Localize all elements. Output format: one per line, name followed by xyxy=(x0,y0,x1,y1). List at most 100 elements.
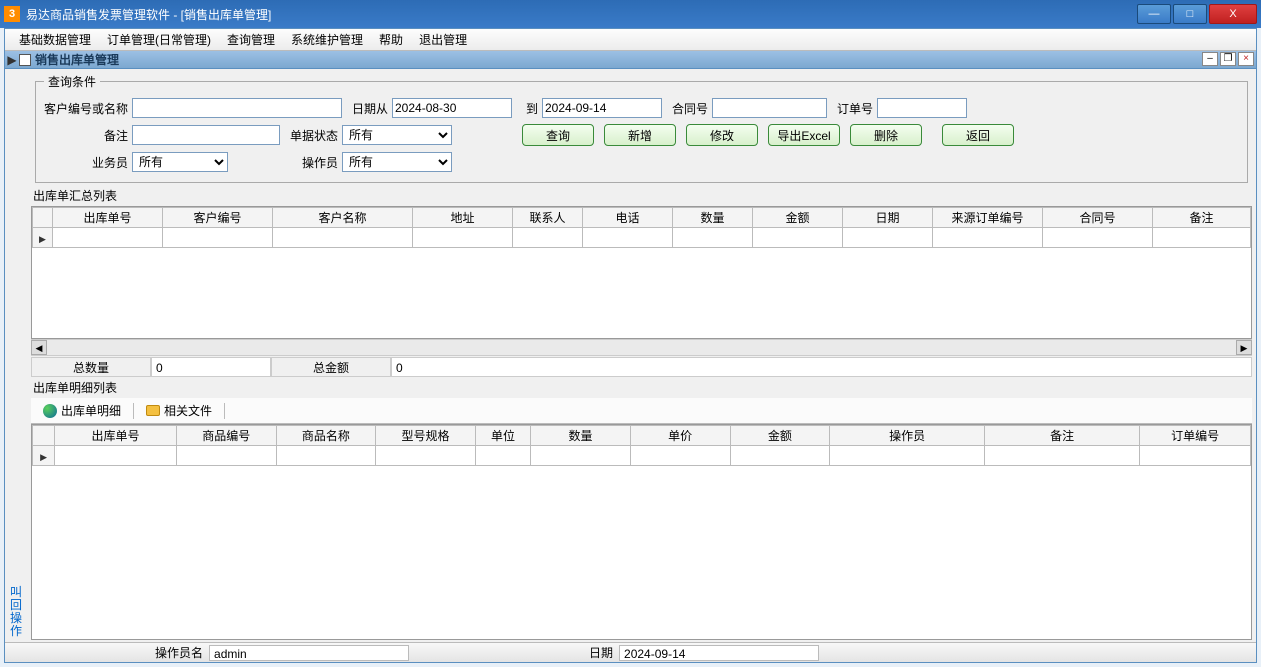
status-operator-value: admin xyxy=(209,645,409,661)
window-maximize-button[interactable]: □ xyxy=(1173,4,1207,24)
totals-bar: 总数量 0 总金额 0 xyxy=(31,355,1252,377)
salesman-label: 业务员 xyxy=(44,154,132,171)
window-titlebar: 3 易达商品销售发票管理软件 - [销售出库单管理] — □ X xyxy=(0,0,1261,28)
col-contract[interactable]: 合同号 xyxy=(1043,208,1153,228)
operator-label: 操作员 xyxy=(228,154,342,171)
date-to-input[interactable] xyxy=(542,98,662,118)
window-minimize-button[interactable]: — xyxy=(1137,4,1171,24)
menu-exit[interactable]: 退出管理 xyxy=(411,31,475,48)
col-address[interactable]: 地址 xyxy=(413,208,513,228)
search-button[interactable]: 查询 xyxy=(522,124,594,146)
contract-label: 合同号 xyxy=(662,100,712,117)
app-icon: 3 xyxy=(4,6,20,22)
dcol-remark[interactable]: 备注 xyxy=(985,426,1140,446)
tab-files[interactable]: 相关文件 xyxy=(138,400,220,421)
dcol-amount[interactable]: 金额 xyxy=(730,426,830,446)
col-source-order[interactable]: 来源订单编号 xyxy=(933,208,1043,228)
menu-help[interactable]: 帮助 xyxy=(371,31,411,48)
main-panel: 查询条件 客户编号或名称 日期从 到 合同号 订单号 备注 单据状态 所有 xyxy=(29,69,1254,642)
detail-grid[interactable]: 出库单号 商品编号 商品名称 型号规格 单位 数量 单价 金额 操作员 备注 订… xyxy=(31,424,1252,640)
menu-system[interactable]: 系统维护管理 xyxy=(283,31,371,48)
dcol-unit[interactable]: 单位 xyxy=(475,426,530,446)
menu-basic-data[interactable]: 基础数据管理 xyxy=(11,31,99,48)
menu-query[interactable]: 查询管理 xyxy=(219,31,283,48)
edit-button[interactable]: 修改 xyxy=(686,124,758,146)
tab-separator xyxy=(224,403,225,419)
dcol-product-name[interactable]: 商品名称 xyxy=(276,426,376,446)
order-label: 订单号 xyxy=(827,100,877,117)
scroll-right-icon[interactable]: ▶ xyxy=(1236,340,1252,355)
remark-label: 备注 xyxy=(44,127,132,144)
customer-label: 客户编号或名称 xyxy=(44,100,132,117)
order-input[interactable] xyxy=(877,98,967,118)
menu-order[interactable]: 订单管理(日常管理) xyxy=(99,31,219,48)
status-operator-label: 操作员名 xyxy=(5,644,209,661)
summary-section-label: 出库单汇总列表 xyxy=(29,185,1254,206)
dcol-spec[interactable]: 型号规格 xyxy=(376,426,476,446)
col-customer-no[interactable]: 客户编号 xyxy=(163,208,273,228)
total-amt-value: 0 xyxy=(391,357,1252,377)
summary-hscrollbar[interactable]: ◀ ▶ xyxy=(31,339,1252,355)
col-contact[interactable]: 联系人 xyxy=(513,208,583,228)
total-qty-value: 0 xyxy=(151,357,271,377)
new-button[interactable]: 新增 xyxy=(604,124,676,146)
tab-detail[interactable]: 出库单明细 xyxy=(35,400,129,421)
dcol-product-no[interactable]: 商品编号 xyxy=(176,426,276,446)
status-date-value: 2024-09-14 xyxy=(619,645,819,661)
date-from-input[interactable] xyxy=(392,98,512,118)
folder-icon xyxy=(146,405,160,416)
status-date-label: 日期 xyxy=(409,644,619,661)
dcol-order-no[interactable]: 订单编号 xyxy=(1140,426,1251,446)
export-button[interactable]: 导出Excel xyxy=(768,124,840,146)
status-bar: 操作员名 admin 日期 2024-09-14 xyxy=(5,642,1256,662)
scroll-left-icon[interactable]: ◀ xyxy=(31,340,47,355)
globe-icon xyxy=(43,404,57,418)
detail-section-label: 出库单明细列表 xyxy=(29,377,1254,398)
contract-input[interactable] xyxy=(712,98,827,118)
summary-grid[interactable]: 出库单号 客户编号 客户名称 地址 联系人 电话 数量 金额 日期 来源订单编号… xyxy=(31,206,1252,339)
query-legend: 查询条件 xyxy=(44,73,100,90)
col-remark[interactable]: 备注 xyxy=(1153,208,1251,228)
total-amt-label: 总金额 xyxy=(271,357,391,377)
menu-bar: 基础数据管理 订单管理(日常管理) 查询管理 系统维护管理 帮助 退出管理 xyxy=(5,29,1256,51)
dcol-operator[interactable]: 操作员 xyxy=(830,426,985,446)
col-qty[interactable]: 数量 xyxy=(673,208,753,228)
table-row[interactable] xyxy=(33,228,1251,248)
subwindow-arrow-icon: ▶ xyxy=(5,53,19,67)
date-to-label: 到 xyxy=(512,100,542,117)
remark-input[interactable] xyxy=(132,125,280,145)
dcol-price[interactable]: 单价 xyxy=(630,426,730,446)
subwindow-titlebar: ▶ 销售出库单管理 – ❐ × xyxy=(5,51,1256,69)
status-select[interactable]: 所有 xyxy=(342,125,452,145)
delete-button[interactable]: 删除 xyxy=(850,124,922,146)
date-from-label: 日期从 xyxy=(342,100,392,117)
subwindow-minimize-button[interactable]: – xyxy=(1202,52,1218,66)
dcol-outbound-no[interactable]: 出库单号 xyxy=(55,426,177,446)
window-title: 易达商品销售发票管理软件 - [销售出库单管理] xyxy=(26,6,1135,23)
vertical-tab[interactable]: 叫回操作 xyxy=(7,586,25,638)
tab-separator xyxy=(133,403,134,419)
col-date[interactable]: 日期 xyxy=(843,208,933,228)
total-qty-label: 总数量 xyxy=(31,357,151,377)
subwindow-icon xyxy=(19,54,31,66)
salesman-select[interactable]: 所有 xyxy=(132,152,228,172)
query-fieldset: 查询条件 客户编号或名称 日期从 到 合同号 订单号 备注 单据状态 所有 xyxy=(35,73,1248,183)
table-row[interactable] xyxy=(33,446,1251,466)
subwindow-close-button[interactable]: × xyxy=(1238,52,1254,66)
subwindow-restore-button[interactable]: ❐ xyxy=(1220,52,1236,66)
tab-detail-label: 出库单明细 xyxy=(61,402,121,419)
content-area: 基础数据管理 订单管理(日常管理) 查询管理 系统维护管理 帮助 退出管理 ▶ … xyxy=(4,28,1257,663)
customer-input[interactable] xyxy=(132,98,342,118)
tab-files-label: 相关文件 xyxy=(164,402,212,419)
back-button[interactable]: 返回 xyxy=(942,124,1014,146)
col-outbound-no[interactable]: 出库单号 xyxy=(53,208,163,228)
subwindow-title: 销售出库单管理 xyxy=(35,51,119,68)
dcol-qty[interactable]: 数量 xyxy=(531,426,631,446)
col-amount[interactable]: 金额 xyxy=(753,208,843,228)
col-customer-name[interactable]: 客户名称 xyxy=(273,208,413,228)
status-label: 单据状态 xyxy=(280,127,342,144)
detail-tabs: 出库单明细 相关文件 xyxy=(31,398,1252,424)
window-close-button[interactable]: X xyxy=(1209,4,1257,24)
col-phone[interactable]: 电话 xyxy=(583,208,673,228)
operator-select[interactable]: 所有 xyxy=(342,152,452,172)
